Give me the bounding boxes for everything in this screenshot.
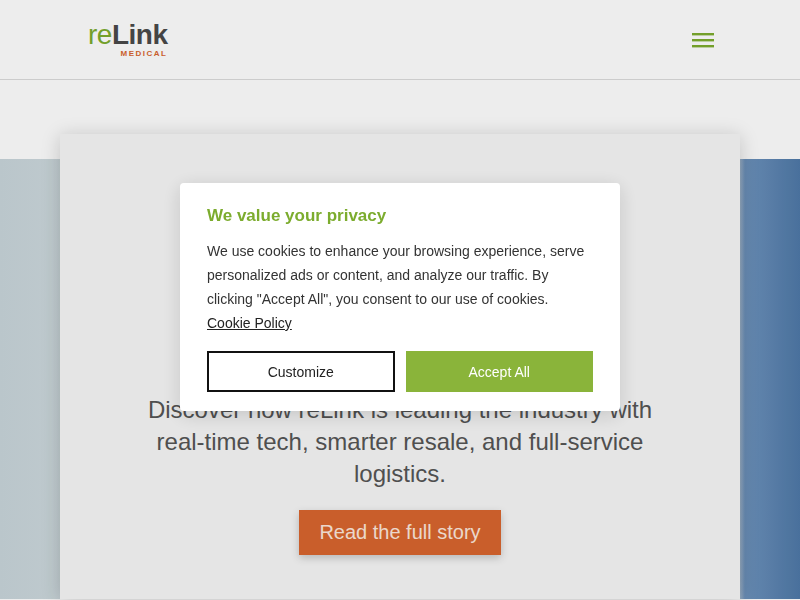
accept-all-button[interactable]: Accept All xyxy=(406,351,594,392)
dialog-title: We value your privacy xyxy=(207,205,593,227)
cookie-dialog: We value your privacy We use cookies to e… xyxy=(180,183,620,411)
dialog-buttons: Customize Accept All xyxy=(207,351,593,392)
dialog-body: We use cookies to enhance your browsing … xyxy=(207,239,593,335)
dialog-text: We use cookies to enhance your browsing … xyxy=(207,243,584,307)
customize-button[interactable]: Customize xyxy=(207,351,395,392)
cookie-policy-link[interactable]: Cookie Policy xyxy=(207,315,292,331)
